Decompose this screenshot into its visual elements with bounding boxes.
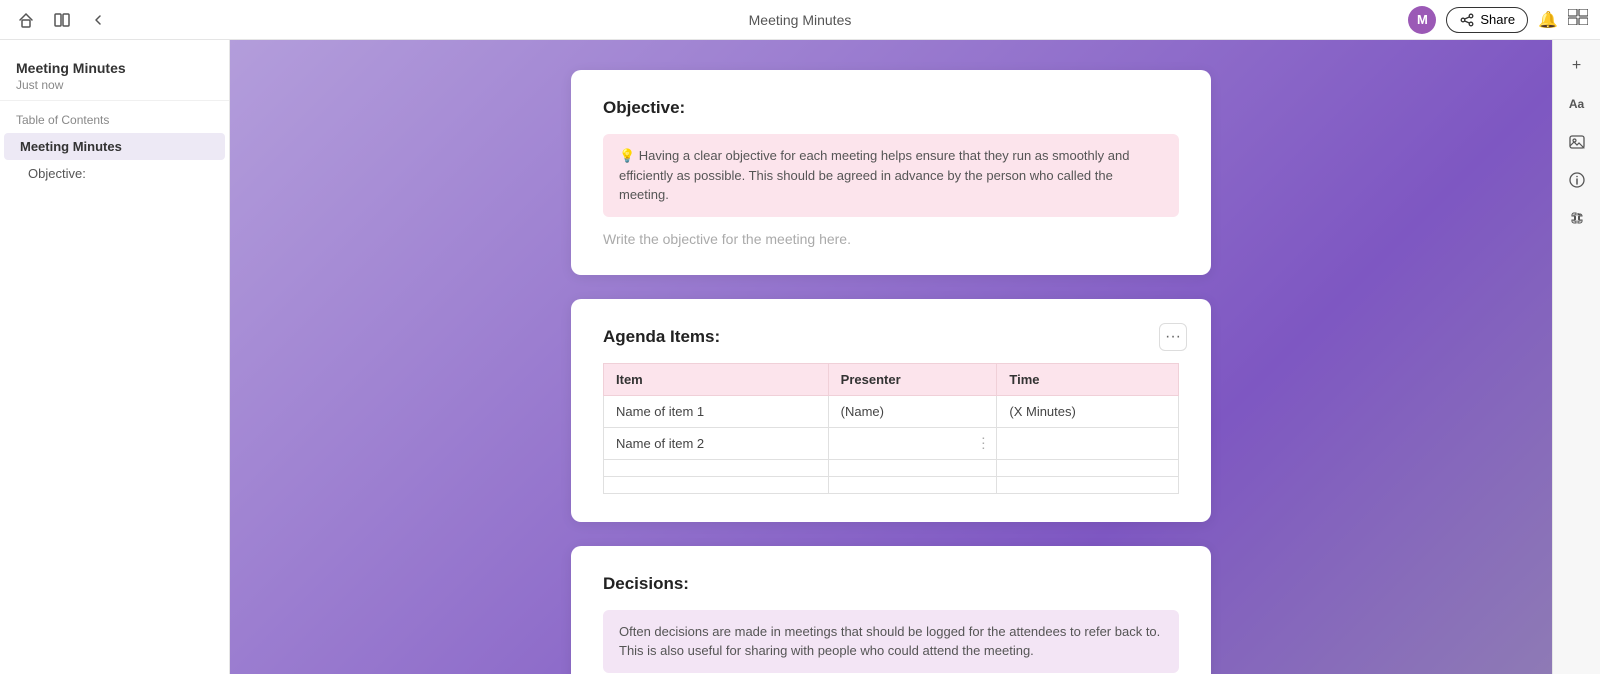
col-presenter: Presenter	[828, 363, 997, 395]
row3-time[interactable]	[997, 459, 1179, 476]
col-item: Item	[604, 363, 829, 395]
topbar-title: Meeting Minutes	[749, 12, 852, 28]
col-time: Time	[997, 363, 1179, 395]
home-button[interactable]	[12, 6, 40, 34]
share-button[interactable]: Share	[1446, 7, 1528, 33]
info-button[interactable]	[1561, 164, 1593, 196]
decisions-card: Decisions: Often decisions are made in m…	[571, 546, 1211, 674]
content-area: Objective: 💡 Having a clear objective fo…	[230, 40, 1552, 674]
table-row: Name of item 1 (Name) (X Minutes)	[604, 395, 1179, 427]
topbar: Meeting Minutes M Share 🔔	[0, 0, 1600, 40]
table-row	[604, 459, 1179, 476]
row2-item[interactable]: Name of item 2	[604, 427, 829, 459]
table-row: Name of item 2 ⋮	[604, 427, 1179, 459]
sidebar-item-meeting-minutes[interactable]: Meeting Minutes	[4, 133, 225, 160]
topbar-right: M Share 🔔	[1408, 6, 1588, 34]
objective-hint: 💡 Having a clear objective for each meet…	[603, 134, 1179, 217]
notifications-button[interactable]: 🔔	[1538, 10, 1558, 30]
image-button[interactable]	[1561, 126, 1593, 158]
right-panel: + Aa	[1552, 40, 1600, 674]
decisions-hint: Often decisions are made in meetings tha…	[603, 610, 1179, 673]
main-layout: Meeting Minutes Just now Table of Conten…	[0, 40, 1600, 674]
row-options-icon[interactable]: ⋮	[976, 435, 990, 452]
agenda-title: Agenda Items:	[603, 327, 1179, 347]
font-button[interactable]: Aa	[1561, 88, 1593, 120]
row2-time[interactable]	[997, 427, 1179, 459]
row3-item[interactable]	[604, 459, 829, 476]
row1-item[interactable]: Name of item 1	[604, 395, 829, 427]
topbar-left	[12, 6, 112, 34]
row2-presenter[interactable]: ⋮	[828, 427, 997, 459]
objective-placeholder[interactable]: Write the objective for the meeting here…	[603, 231, 1179, 247]
view-toggle-button[interactable]	[1568, 9, 1588, 30]
row4-time[interactable]	[997, 476, 1179, 493]
sidebar-doc-item[interactable]: Meeting Minutes Just now	[0, 52, 229, 101]
layout-toggle-button[interactable]	[48, 6, 76, 34]
sidebar-doc-time: Just now	[16, 78, 213, 92]
agenda-more-button[interactable]: ···	[1159, 323, 1187, 351]
row3-presenter[interactable]	[828, 459, 997, 476]
user-avatar[interactable]: M	[1408, 6, 1436, 34]
toc-label: Table of Contents	[0, 109, 229, 133]
objective-card: Objective: 💡 Having a clear objective fo…	[571, 70, 1211, 275]
command-button[interactable]	[1561, 202, 1593, 234]
row1-presenter[interactable]: (Name)	[828, 395, 997, 427]
sidebar-item-objective[interactable]: Objective:	[4, 160, 225, 187]
row4-presenter[interactable]	[828, 476, 997, 493]
sidebar: Meeting Minutes Just now Table of Conten…	[0, 40, 230, 674]
agenda-table: Item Presenter Time Name of item 1 (Name…	[603, 363, 1179, 494]
row4-item[interactable]	[604, 476, 829, 493]
back-button[interactable]	[84, 6, 112, 34]
agenda-card: ··· Agenda Items: Item Presenter Time Na…	[571, 299, 1211, 522]
objective-title: Objective:	[603, 98, 1179, 118]
table-row	[604, 476, 1179, 493]
share-label: Share	[1480, 12, 1515, 27]
sidebar-doc-title: Meeting Minutes	[16, 60, 213, 76]
row1-time[interactable]: (X Minutes)	[997, 395, 1179, 427]
add-block-button[interactable]: +	[1561, 50, 1593, 82]
decisions-title: Decisions:	[603, 574, 1179, 594]
